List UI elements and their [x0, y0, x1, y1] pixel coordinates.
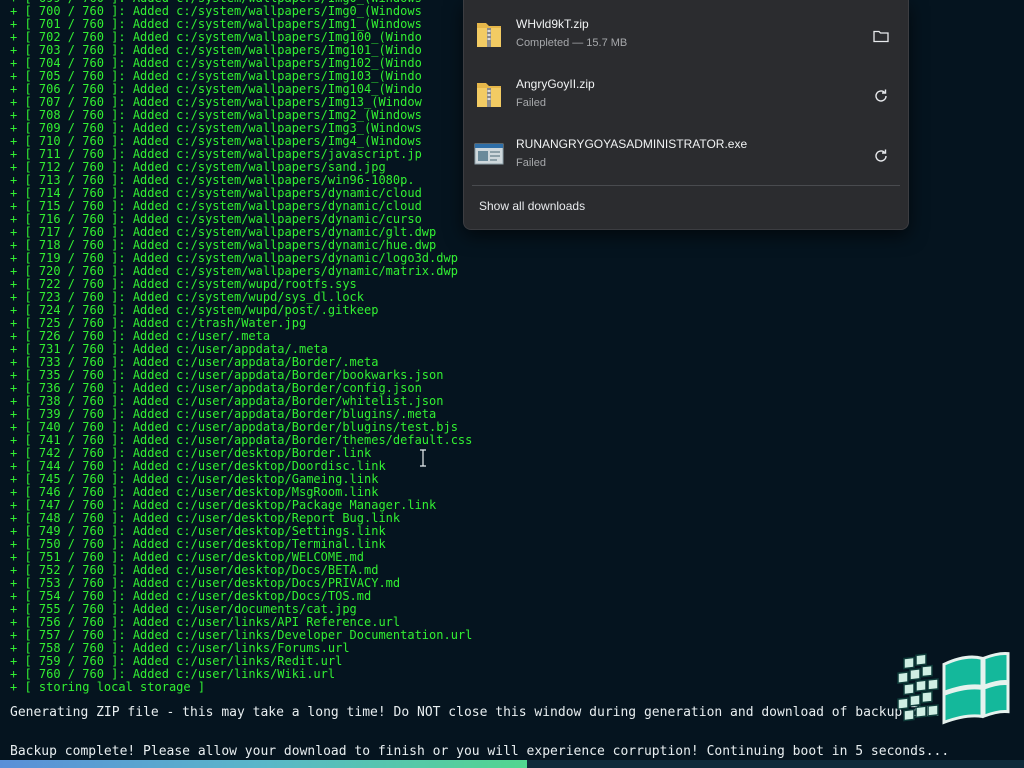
- show-all-downloads-link[interactable]: Show all downloads: [479, 199, 585, 213]
- text-cursor-icon: [420, 449, 426, 467]
- download-status: Failed: [516, 157, 546, 169]
- log-line: + [ storing local storage ]: [10, 680, 206, 694]
- boot-screen: + [ 699 / 760 ]: Added c:/system/wallpap…: [0, 0, 1024, 768]
- download-item[interactable]: RUNANGRYGOYASADMINISTRATOR.exe Failed: [464, 127, 908, 183]
- retry-button[interactable]: [868, 83, 894, 109]
- download-status: Completed — 15.7 MB: [516, 37, 628, 49]
- progress-bar: [0, 760, 1024, 768]
- terminal-log: + [ 699 / 760 ]: Added c:/system/wallpap…: [10, 0, 472, 694]
- progress-bar-fill: [0, 760, 528, 768]
- folder-icon: [873, 30, 889, 43]
- zip-folder-icon: [477, 23, 501, 47]
- download-filename: RUNANGRYGOYASADMINISTRATOR.exe: [516, 137, 748, 151]
- download-filename: WHvld9kT.zip: [516, 17, 589, 31]
- divider: [472, 185, 900, 186]
- downloads-panel: WHvld9kT.zip Completed — 15.7 MB AngryGo…: [463, 0, 909, 230]
- retry-icon: [875, 149, 887, 162]
- zip-generating-message: Generating ZIP file - this may take a lo…: [10, 705, 942, 720]
- download-filename: AngryGoyII.zip: [516, 77, 595, 91]
- download-item[interactable]: AngryGoyII.zip Failed: [464, 67, 908, 123]
- retry-icon: [875, 89, 887, 102]
- download-item[interactable]: WHvld9kT.zip Completed — 15.7 MB: [464, 7, 908, 63]
- zip-folder-icon: [477, 83, 501, 107]
- show-in-folder-button[interactable]: [868, 23, 894, 49]
- windows96-logo: [897, 651, 1010, 725]
- retry-button[interactable]: [868, 143, 894, 169]
- download-status: Failed: [516, 97, 546, 109]
- exe-window-icon: [474, 143, 504, 165]
- backup-complete-message: Backup complete! Please allow your downl…: [10, 744, 950, 759]
